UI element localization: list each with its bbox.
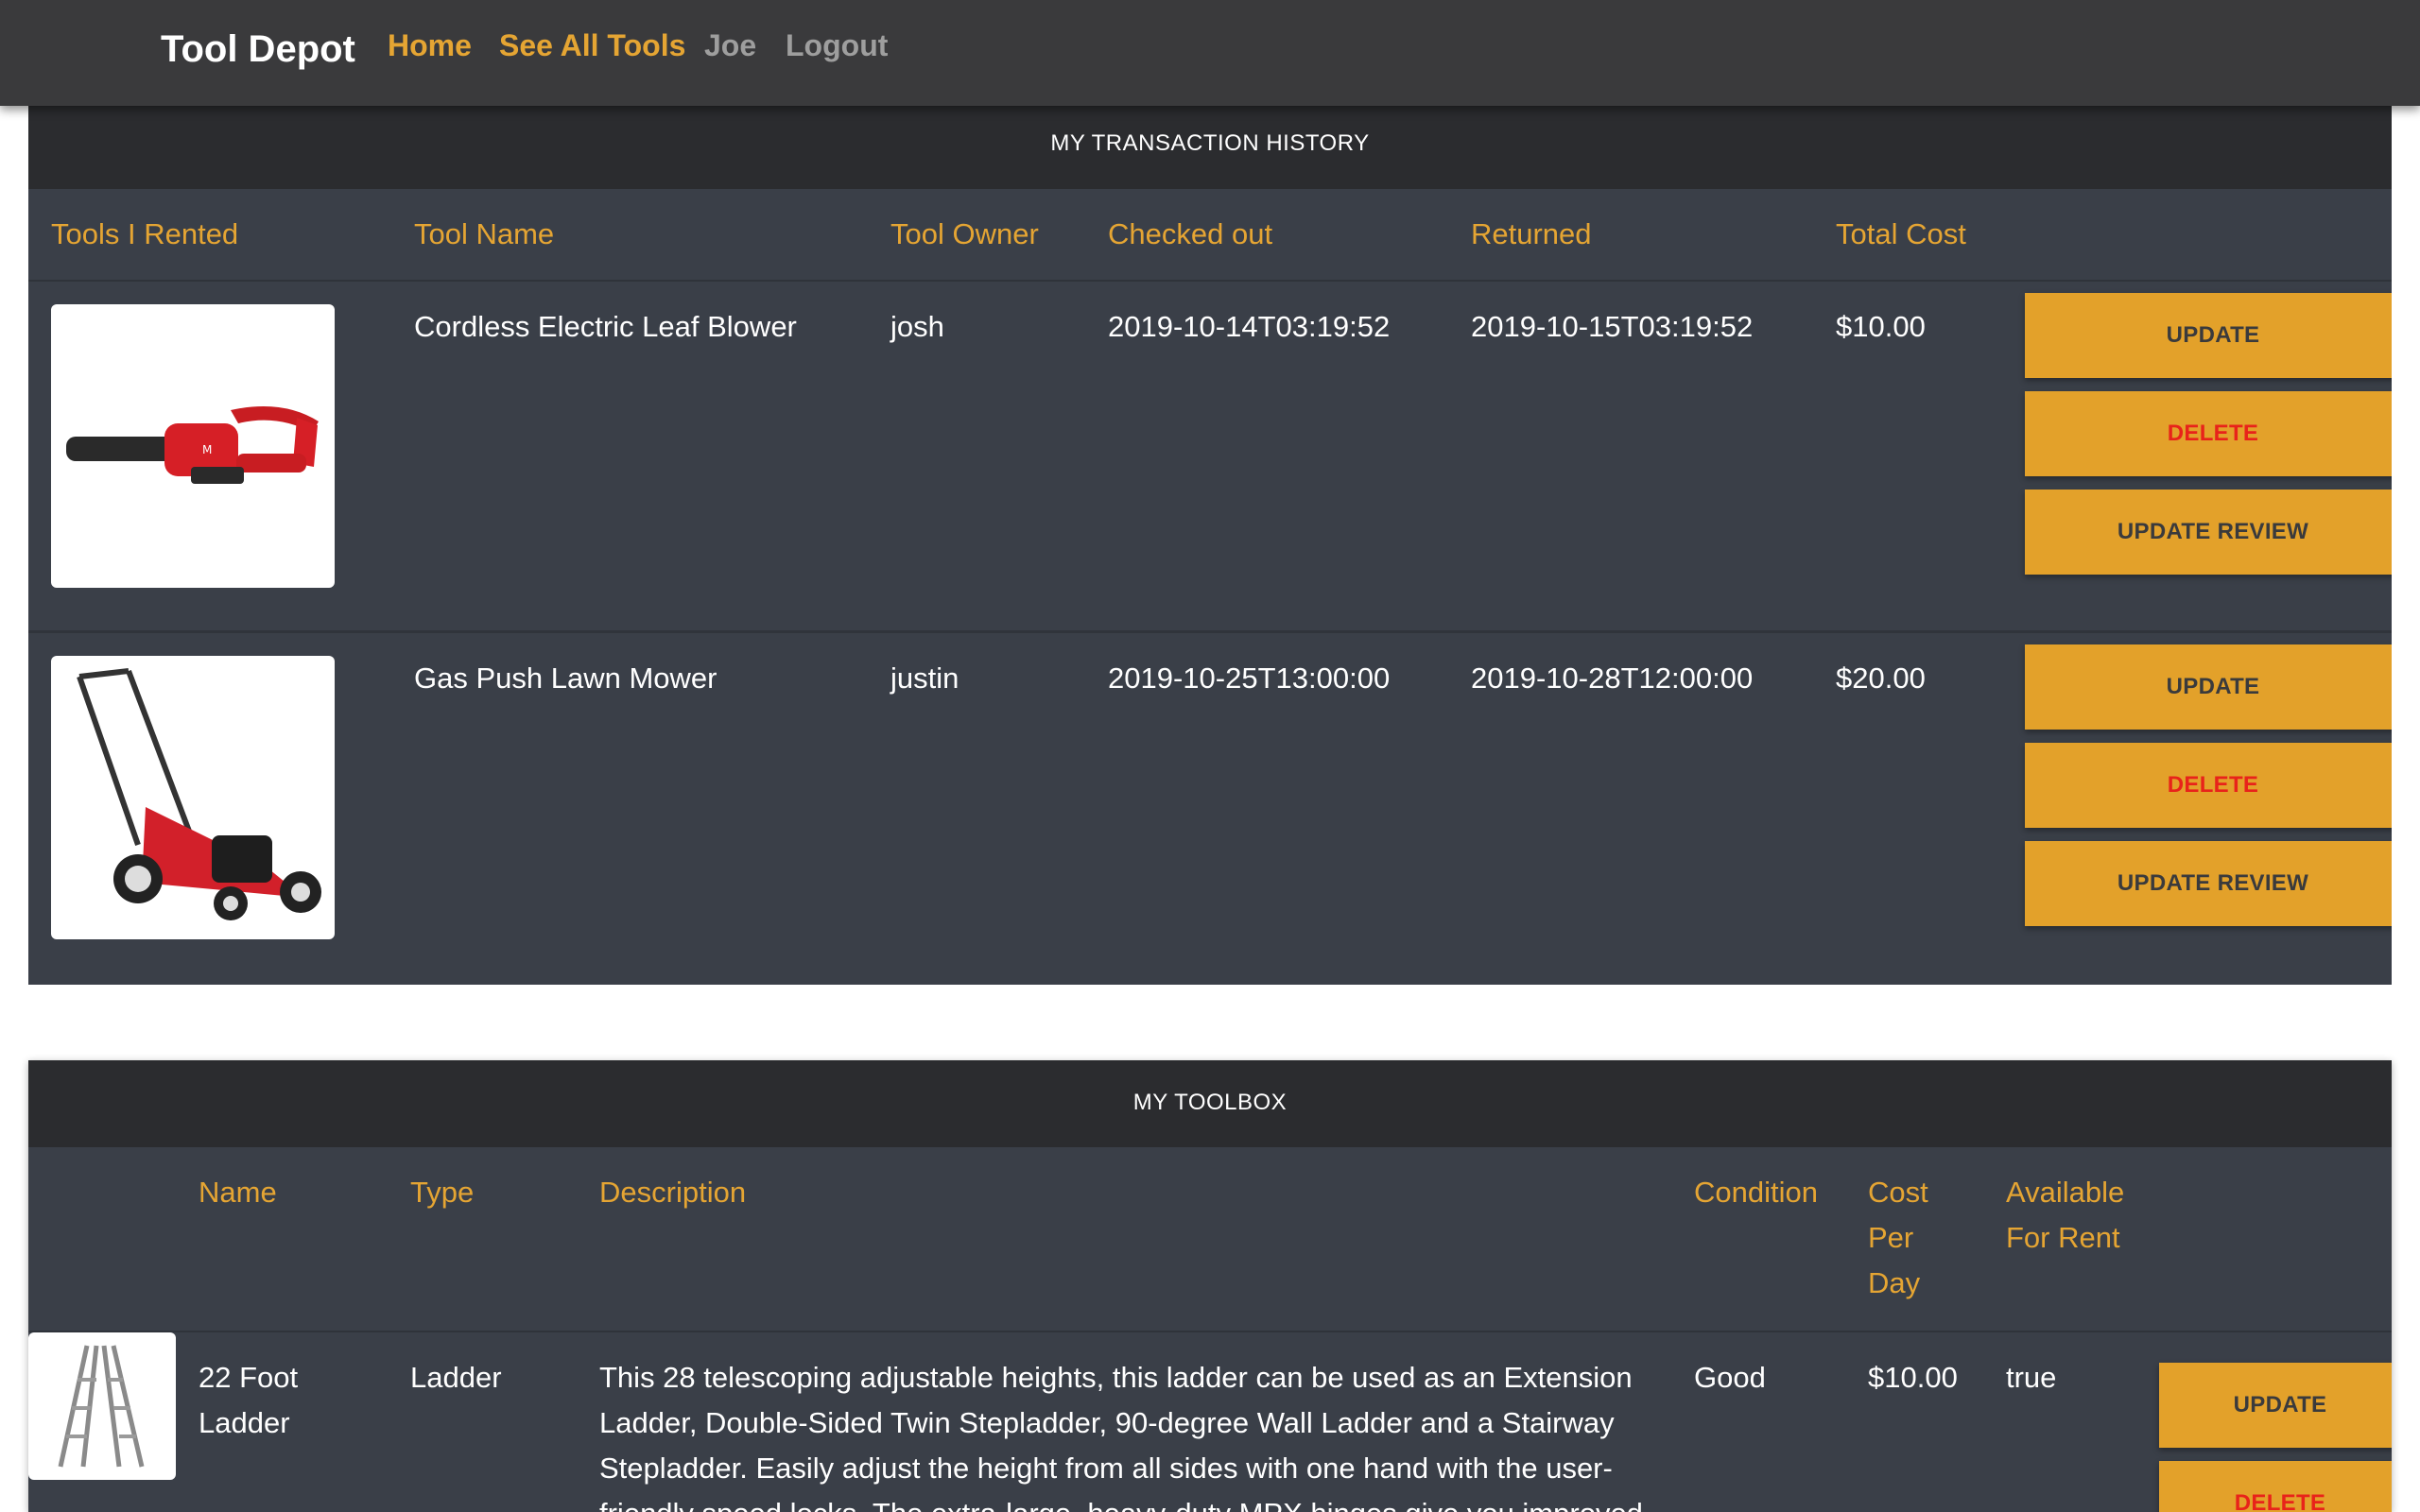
col-condition: Condition xyxy=(1694,1176,1818,1209)
returned-cell: 2019-10-15T03:19:52 xyxy=(1471,310,1754,343)
returned-cell: 2019-10-28T12:00:00 xyxy=(1471,662,1754,695)
svg-text:M: M xyxy=(202,443,212,456)
col-cost-per-day: Cost Per Day xyxy=(1868,1176,1928,1299)
tool-name-cell: Cordless Electric Leaf Blower xyxy=(414,310,797,343)
delete-button[interactable]: DELETE xyxy=(2025,743,2392,828)
transaction-table-header: Tools I Rented Tool Name Tool Owner Chec… xyxy=(28,189,2392,282)
table-row: M Cordless Electric Leaf Blower josh 201… xyxy=(28,282,2392,633)
checked-out-cell: 2019-10-25T13:00:00 xyxy=(1108,662,1391,695)
tool-condition-cell: Good xyxy=(1694,1361,1766,1394)
col-total-cost: Total Cost xyxy=(1836,217,1966,250)
col-type: Type xyxy=(410,1176,475,1209)
tool-name-cell: 22 Foot Ladder xyxy=(199,1361,299,1439)
col-name: Name xyxy=(199,1176,277,1209)
delete-button[interactable]: DELETE xyxy=(2025,391,2392,476)
col-tool-owner: Tool Owner xyxy=(890,217,1039,250)
brand-logo[interactable]: Tool Depot xyxy=(161,28,355,71)
toolbox-table-header: Name Type Description Condition Cost Per… xyxy=(28,1147,2392,1332)
toolbox-title: MY TOOLBOX xyxy=(28,1060,2392,1147)
update-review-button[interactable]: UPDATE REVIEW xyxy=(2025,841,2392,926)
checked-out-cell: 2019-10-14T03:19:52 xyxy=(1108,310,1391,343)
total-cost-cell: $10.00 xyxy=(1836,310,1926,343)
update-button[interactable]: UPDATE xyxy=(2025,644,2392,730)
tool-owner-cell: justin xyxy=(890,662,959,695)
toolbox-card: MY TOOLBOX Name Type Description Conditi… xyxy=(28,1060,2392,1512)
tool-cost-per-day-cell: $10.00 xyxy=(1868,1361,1958,1394)
tool-available-cell: true xyxy=(2006,1361,2057,1394)
delete-button[interactable]: DELETE xyxy=(2159,1461,2392,1512)
total-cost-cell: $20.00 xyxy=(1836,662,1926,695)
tool-description-cell: This 28 telescoping adjustable heights, … xyxy=(599,1361,1643,1512)
col-returned: Returned xyxy=(1471,217,1592,250)
transaction-history-card: MY TRANSACTION HISTORY Tools I Rented To… xyxy=(28,106,2392,985)
update-button[interactable]: UPDATE xyxy=(2025,293,2392,378)
nav-link-see-all-tools[interactable]: See All Tools xyxy=(499,28,685,63)
lawn-mower-image[interactable] xyxy=(51,656,335,939)
tool-name-cell: Gas Push Lawn Mower xyxy=(414,662,717,695)
table-row: Gas Push Lawn Mower justin 2019-10-25T13… xyxy=(28,633,2392,985)
navbar: Tool Depot Home See All Tools Joe Logout xyxy=(0,0,2420,106)
transaction-history-title: MY TRANSACTION HISTORY xyxy=(28,106,2392,189)
nav-link-home[interactable]: Home xyxy=(388,28,472,63)
update-button[interactable]: UPDATE xyxy=(2159,1363,2392,1448)
col-description: Description xyxy=(599,1176,747,1209)
col-checked-out: Checked out xyxy=(1108,217,1273,250)
leaf-blower-image[interactable]: M xyxy=(51,304,335,588)
col-tools-i-rented: Tools I Rented xyxy=(51,217,239,250)
table-row: 22 Foot Ladder Ladder This 28 telescopin… xyxy=(28,1332,2392,1512)
tool-type-cell: Ladder xyxy=(410,1361,502,1394)
ladder-image[interactable] xyxy=(28,1332,176,1480)
update-review-button[interactable]: UPDATE REVIEW xyxy=(2025,490,2392,575)
col-available-for-rent: Available For Rent xyxy=(2006,1176,2125,1254)
nav-link-logout[interactable]: Logout xyxy=(786,28,888,63)
nav-link-user-joe[interactable]: Joe xyxy=(704,28,756,63)
tool-owner-cell: josh xyxy=(890,310,944,343)
col-tool-name: Tool Name xyxy=(414,217,555,250)
